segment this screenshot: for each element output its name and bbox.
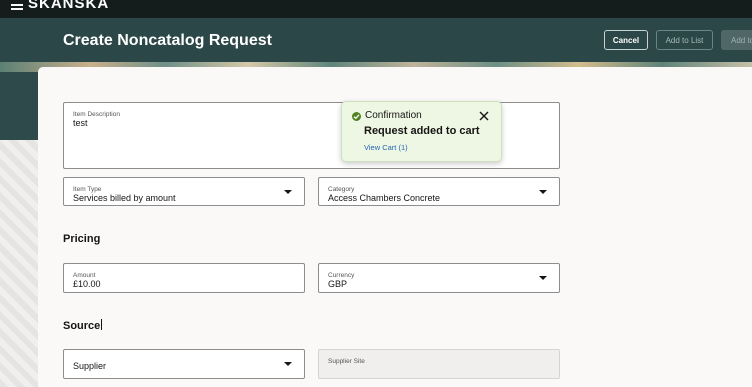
- page-title: Create Noncatalog Request: [63, 32, 272, 49]
- brand-logo: SKANSKA: [28, 0, 110, 12]
- item-type-label: Item Type: [73, 186, 102, 193]
- category-select[interactable]: Category Access Chambers Concrete: [318, 177, 560, 206]
- confirmation-toast: Confirmation Request added to cart View …: [341, 101, 502, 162]
- supplier-select[interactable]: Supplier: [63, 349, 305, 379]
- source-heading: Source: [63, 319, 103, 332]
- toast-title: Confirmation: [365, 110, 422, 121]
- success-check-icon: [352, 112, 361, 121]
- category-label: Category: [328, 186, 355, 193]
- toast-message: Request added to cart: [364, 125, 480, 137]
- item-description-value: test: [73, 118, 88, 128]
- amount-label: Amount: [73, 272, 96, 279]
- chevron-down-icon[interactable]: [539, 276, 547, 280]
- top-bar: SKANSKA: [0, 0, 752, 18]
- item-type-value: Services billed by amount: [73, 193, 176, 203]
- menu-icon[interactable]: [11, 2, 23, 10]
- item-description-label: Item Description: [73, 111, 120, 118]
- currency-label: Currency: [328, 272, 355, 279]
- supplier-site-field[interactable]: Supplier Site: [318, 349, 560, 379]
- supplier-site-label: Supplier Site: [328, 358, 365, 365]
- amount-field[interactable]: Amount £10.00: [63, 263, 305, 293]
- cancel-button[interactable]: Cancel: [604, 30, 648, 50]
- pricing-heading: Pricing: [63, 233, 101, 245]
- chevron-down-icon[interactable]: [284, 362, 292, 366]
- close-icon[interactable]: [478, 110, 490, 122]
- currency-select[interactable]: Currency GBP: [318, 263, 560, 293]
- add-to-cart-button[interactable]: Add to: [721, 30, 752, 50]
- item-type-select[interactable]: Item Type Services billed by amount: [63, 177, 305, 206]
- side-pattern: [0, 140, 38, 387]
- chevron-down-icon[interactable]: [539, 190, 547, 194]
- category-value: Access Chambers Concrete: [328, 193, 441, 203]
- view-cart-link[interactable]: View Cart (1): [364, 143, 408, 152]
- chevron-down-icon[interactable]: [284, 190, 292, 194]
- add-to-list-button[interactable]: Add to List: [656, 30, 713, 50]
- currency-value: GBP: [328, 279, 348, 289]
- supplier-value: Supplier: [73, 361, 107, 371]
- text-cursor: [101, 319, 103, 330]
- page-header: Create Noncatalog Request Cancel Add to …: [0, 18, 752, 62]
- amount-value: £10.00: [73, 279, 101, 289]
